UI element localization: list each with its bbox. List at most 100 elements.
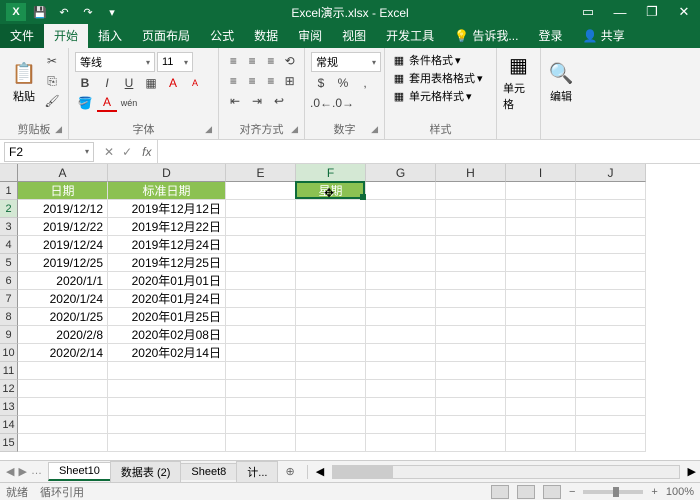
column-header[interactable]: A — [18, 164, 108, 182]
row-header[interactable]: 12 — [0, 380, 18, 398]
decrease-indent-button[interactable]: ⇤ — [225, 92, 245, 110]
cell[interactable] — [226, 326, 296, 344]
sheet-tab[interactable]: Sheet8 — [180, 463, 237, 480]
cell-styles-button[interactable]: ▦单元格样式 ▾ — [391, 88, 490, 104]
tab-file[interactable]: 文件 — [0, 23, 44, 48]
cell[interactable] — [576, 344, 646, 362]
zoom-slider[interactable] — [583, 490, 643, 494]
launcher-icon[interactable]: ◢ — [371, 124, 378, 135]
cell-header[interactable]: 标准日期 — [108, 182, 226, 200]
row-header[interactable]: 3 — [0, 218, 18, 236]
wrap-text-button[interactable]: ↩ — [269, 92, 289, 110]
comma-button[interactable]: , — [355, 74, 375, 92]
cell[interactable] — [226, 344, 296, 362]
cancel-formula-button[interactable]: ✕ — [104, 145, 114, 159]
cell[interactable] — [226, 398, 296, 416]
select-all-corner[interactable] — [0, 164, 18, 182]
row-header[interactable]: 15 — [0, 434, 18, 452]
cell[interactable] — [436, 308, 506, 326]
column-header[interactable]: I — [506, 164, 576, 182]
cell-header[interactable]: 星期 — [296, 182, 366, 200]
tell-me[interactable]: 💡 告诉我... — [444, 23, 528, 48]
confirm-formula-button[interactable]: ✓ — [122, 145, 132, 159]
conditional-format-button[interactable]: ▦条件格式 ▾ — [391, 52, 490, 68]
currency-button[interactable]: $ — [311, 74, 331, 92]
cell[interactable] — [506, 272, 576, 290]
zoom-in-button[interactable]: + — [651, 486, 657, 498]
underline-button[interactable]: U — [119, 74, 139, 92]
close-button[interactable]: ✕ — [668, 0, 700, 24]
cell[interactable] — [226, 308, 296, 326]
tab-view[interactable]: 视图 — [332, 23, 376, 48]
tab-developer[interactable]: 开发工具 — [376, 23, 444, 48]
cell[interactable] — [506, 308, 576, 326]
cell[interactable] — [18, 380, 108, 398]
merge-button[interactable]: ⊞ — [281, 72, 298, 90]
cell[interactable] — [506, 380, 576, 398]
cell[interactable] — [108, 434, 226, 452]
row-header[interactable]: 14 — [0, 416, 18, 434]
increase-font-button[interactable]: A — [163, 74, 183, 92]
tab-formula[interactable]: 公式 — [200, 23, 244, 48]
cell[interactable] — [436, 182, 506, 200]
cell[interactable] — [506, 200, 576, 218]
tab-data[interactable]: 数据 — [244, 23, 288, 48]
align-center-button[interactable]: ≡ — [244, 72, 261, 90]
hscroll-left[interactable]: ◀ — [312, 465, 328, 478]
cell[interactable] — [506, 416, 576, 434]
cell[interactable] — [576, 272, 646, 290]
paste-button[interactable]: 📋 粘贴 — [6, 52, 42, 112]
cell[interactable] — [436, 344, 506, 362]
cell[interactable] — [436, 362, 506, 380]
tab-insert[interactable]: 插入 — [88, 23, 132, 48]
bold-button[interactable]: B — [75, 74, 95, 92]
number-format-combo[interactable]: 常规▾ — [311, 52, 381, 72]
cell[interactable]: 2020年02月14日 — [108, 344, 226, 362]
minimize-button[interactable]: — — [604, 0, 636, 24]
cell[interactable]: 2020/1/25 — [18, 308, 108, 326]
cell[interactable] — [226, 182, 296, 200]
row-header[interactable]: 10 — [0, 344, 18, 362]
row-header[interactable]: 13 — [0, 398, 18, 416]
launcher-icon[interactable]: ◢ — [205, 124, 212, 135]
worksheet-grid[interactable]: ADEFGHIJ1日期标准日期星期22019/12/122019年12月12日3… — [0, 164, 700, 460]
sheet-tab[interactable]: 计... — [236, 461, 278, 482]
cell[interactable] — [576, 416, 646, 434]
cell[interactable] — [366, 272, 436, 290]
row-header[interactable]: 1 — [0, 182, 18, 200]
cell[interactable] — [436, 254, 506, 272]
cell[interactable] — [436, 200, 506, 218]
cell[interactable] — [296, 218, 366, 236]
tab-home[interactable]: 开始 — [44, 23, 88, 48]
orientation-button[interactable]: ⟲ — [281, 52, 298, 70]
cell[interactable] — [436, 416, 506, 434]
font-name-combo[interactable]: 等线▾ — [75, 52, 155, 72]
cell[interactable] — [436, 218, 506, 236]
cell[interactable] — [506, 182, 576, 200]
cell[interactable] — [226, 290, 296, 308]
cell[interactable] — [18, 398, 108, 416]
undo-button[interactable]: ↶ — [54, 3, 74, 21]
column-header[interactable]: G — [366, 164, 436, 182]
horizontal-scrollbar[interactable] — [332, 465, 679, 479]
cell[interactable] — [296, 290, 366, 308]
cell[interactable] — [436, 272, 506, 290]
zoom-out-button[interactable]: − — [569, 486, 575, 498]
maximize-button[interactable]: ❐ — [636, 0, 668, 24]
format-as-table-button[interactable]: ▦套用表格格式 ▾ — [391, 70, 490, 86]
cell[interactable] — [366, 380, 436, 398]
cell[interactable] — [296, 398, 366, 416]
cell[interactable] — [436, 434, 506, 452]
cell[interactable] — [576, 200, 646, 218]
column-header[interactable]: E — [226, 164, 296, 182]
column-header[interactable]: H — [436, 164, 506, 182]
sheet-nav-more[interactable]: … — [31, 465, 42, 478]
cell[interactable] — [576, 362, 646, 380]
cell[interactable] — [576, 182, 646, 200]
cell[interactable]: 2020/1/1 — [18, 272, 108, 290]
cell[interactable] — [576, 308, 646, 326]
percent-button[interactable]: % — [333, 74, 353, 92]
cell[interactable] — [436, 236, 506, 254]
cell[interactable] — [576, 218, 646, 236]
zoom-level[interactable]: 100% — [666, 486, 694, 498]
